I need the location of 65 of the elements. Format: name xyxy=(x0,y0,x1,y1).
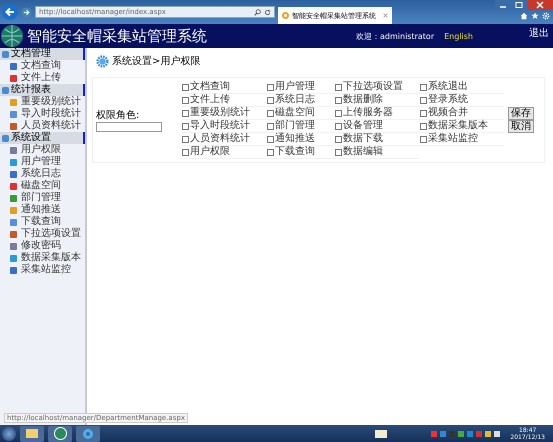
permission-checkbox[interactable]: 重要级别统计 xyxy=(182,107,267,120)
sidebar-item[interactable]: 采集站监控 xyxy=(0,264,85,276)
permission-checkbox[interactable]: 人员资料统计 xyxy=(182,133,267,146)
close-button[interactable] xyxy=(527,0,553,10)
permission-checkbox[interactable]: 系统退出 xyxy=(420,81,504,94)
permission-checkbox[interactable]: 登录系统 xyxy=(420,94,504,107)
settings-icon[interactable] xyxy=(542,12,550,20)
sidebar-item[interactable]: 下拉选项设置 xyxy=(0,228,85,240)
back-icon[interactable] xyxy=(2,4,18,20)
permission-checkbox[interactable]: 数据下载 xyxy=(335,133,420,146)
sidebar-group-header[interactable]: 文档管理 xyxy=(0,48,85,60)
permission-checkbox[interactable]: 下载查询 xyxy=(267,146,335,159)
star-icon[interactable] xyxy=(531,12,539,20)
search-icon[interactable] xyxy=(254,8,261,16)
permission-checkbox[interactable]: 上传服务器 xyxy=(335,107,420,120)
breadcrumb: 系统设置>用户权限 xyxy=(112,54,200,68)
permission-checkbox[interactable]: 采集站监控 xyxy=(420,133,504,146)
permission-checkbox[interactable]: 视频合并 xyxy=(420,107,504,120)
sidebar-item[interactable]: 下载查询 xyxy=(0,216,85,228)
permission-checkbox[interactable]: 文件上传 xyxy=(182,94,267,107)
permission-checkbox[interactable]: 设备管理 xyxy=(335,120,420,133)
permission-checkbox[interactable]: 数据删除 xyxy=(335,94,420,107)
permission-checkbox[interactable]: 文档查询 xyxy=(182,81,267,94)
sidebar-item[interactable]: 部门管理 xyxy=(0,192,85,204)
app-title: 智能安全帽采集站管理系统 xyxy=(27,26,207,46)
sidebar-item[interactable]: 重要级别统计 xyxy=(0,96,85,108)
permission-checkbox[interactable]: 导入时段统计 xyxy=(182,120,267,133)
sidebar-group-header[interactable]: 统计报表 xyxy=(0,84,85,96)
start-button[interactable] xyxy=(2,426,16,440)
sidebar-item[interactable]: 人员资料统计 xyxy=(0,120,85,132)
home-icon[interactable] xyxy=(520,12,528,20)
language-link[interactable]: English xyxy=(444,32,473,40)
forward-icon[interactable] xyxy=(21,6,32,18)
form-button[interactable]: 保存 xyxy=(508,107,534,120)
refresh-icon[interactable] xyxy=(264,8,271,16)
sidebar-item[interactable]: 磁盘空间 xyxy=(0,180,85,192)
sidebar-item[interactable]: 系统日志 xyxy=(0,168,85,180)
sidebar-item[interactable]: 导入时段统计 xyxy=(0,108,85,120)
permission-checkbox[interactable]: 数据编辑 xyxy=(335,146,420,159)
permission-checkbox[interactable]: 部门管理 xyxy=(267,120,335,133)
sidebar-item[interactable]: 用户权限 xyxy=(0,144,85,156)
welcome-text: 欢迎：administrator xyxy=(356,30,434,42)
permission-checkbox[interactable]: 系统日志 xyxy=(267,94,335,107)
logout-link[interactable]: 退出 xyxy=(529,26,549,40)
sidebar-item[interactable]: 用户管理 xyxy=(0,156,85,168)
close-tab-icon[interactable] xyxy=(383,13,388,18)
sidebar-item[interactable]: 通知推送 xyxy=(0,204,85,216)
role-input-field[interactable] xyxy=(96,122,162,132)
permission-checkbox[interactable]: 用户管理 xyxy=(267,81,335,94)
globe-logo-icon xyxy=(0,24,24,48)
role-label: 权限角色: xyxy=(96,108,140,122)
form-button[interactable]: 取消 xyxy=(508,120,534,133)
maximize-button[interactable] xyxy=(511,0,527,10)
permission-checkbox[interactable]: 数据采集版本 xyxy=(420,120,504,133)
gear-icon xyxy=(96,54,109,68)
sidebar-group-header[interactable]: 系统设置 xyxy=(0,132,85,144)
sidebar-item[interactable]: 文档查询 xyxy=(0,60,85,72)
sidebar-item[interactable]: 文件上传 xyxy=(0,72,85,84)
permission-checkbox[interactable]: 用户权限 xyxy=(182,146,267,159)
minimize-button[interactable] xyxy=(495,0,511,10)
sidebar-item[interactable]: 数据采集版本 xyxy=(0,252,85,264)
sidebar-item[interactable]: 修改密码 xyxy=(0,240,85,252)
permission-checkbox[interactable]: 下拉选项设置 xyxy=(335,81,420,94)
permission-checkbox[interactable]: 通知推送 xyxy=(267,133,335,146)
permission-checkbox[interactable]: 磁盘空间 xyxy=(267,107,335,120)
